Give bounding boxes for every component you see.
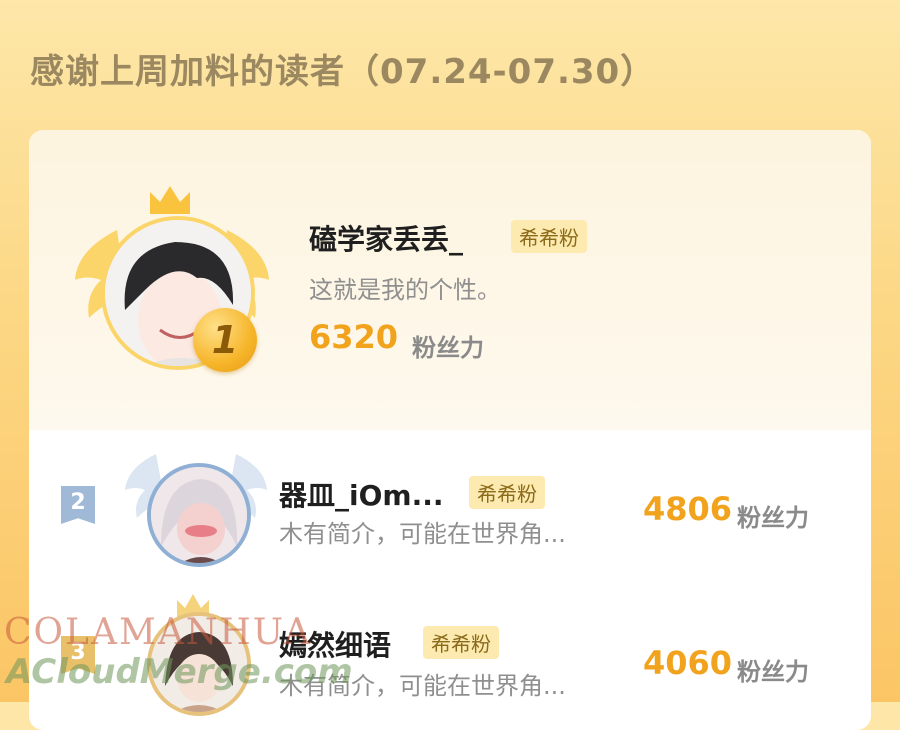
fan-badge: 希希粉 <box>469 476 545 509</box>
top-reader-score: 6320 <box>309 318 399 356</box>
top-reader-bio: 这就是我的个性。 <box>309 276 501 304</box>
crown-icon <box>150 186 190 214</box>
avatar[interactable] <box>147 612 251 716</box>
rank-badge: 2 <box>61 486 95 524</box>
reader-score: 4806 <box>643 490 733 528</box>
top-reader-score-unit: 粉丝力 <box>412 334 484 362</box>
reader-bio: 木有简介，可能在世界角... <box>279 520 566 548</box>
avatar-icon <box>151 616 247 712</box>
page-title: 感谢上周加料的读者（07.24-07.30） <box>30 52 656 92</box>
reader-score-unit: 粉丝力 <box>737 504 809 532</box>
reader-name[interactable]: 器皿_iOm... <box>279 474 444 514</box>
top-reader-section[interactable]: 1 磕学家丢丢_ 希希粉 这就是我的个性。 6320 粉丝力 <box>29 130 871 430</box>
avatar-icon <box>151 467 247 563</box>
reader-score: 4060 <box>643 644 733 682</box>
rank-medal: 1 <box>193 308 257 372</box>
fan-badge: 希希粉 <box>511 220 587 253</box>
top-reader-name[interactable]: 磕学家丢丢_ <box>309 218 463 258</box>
avatar[interactable] <box>147 463 251 567</box>
rank-badge: 3 <box>61 636 95 674</box>
list-item[interactable]: 2 器皿_iOm... 希希粉 木有简介，可能在世界角... 4806 粉丝力 <box>29 430 871 580</box>
leaderboard-card: 1 磕学家丢丢_ 希希粉 这就是我的个性。 6320 粉丝力 2 器皿_iOm.… <box>29 130 871 730</box>
reader-name[interactable]: 嫣然细语 <box>279 624 391 664</box>
reader-bio: 木有简介，可能在世界角... <box>279 672 566 700</box>
list-item[interactable]: 3 嫣然细语 希希粉 木有简介，可能在世界角... 4060 粉丝力 <box>29 580 871 730</box>
reader-score-unit: 粉丝力 <box>737 658 809 686</box>
fan-badge: 希希粉 <box>423 626 499 659</box>
